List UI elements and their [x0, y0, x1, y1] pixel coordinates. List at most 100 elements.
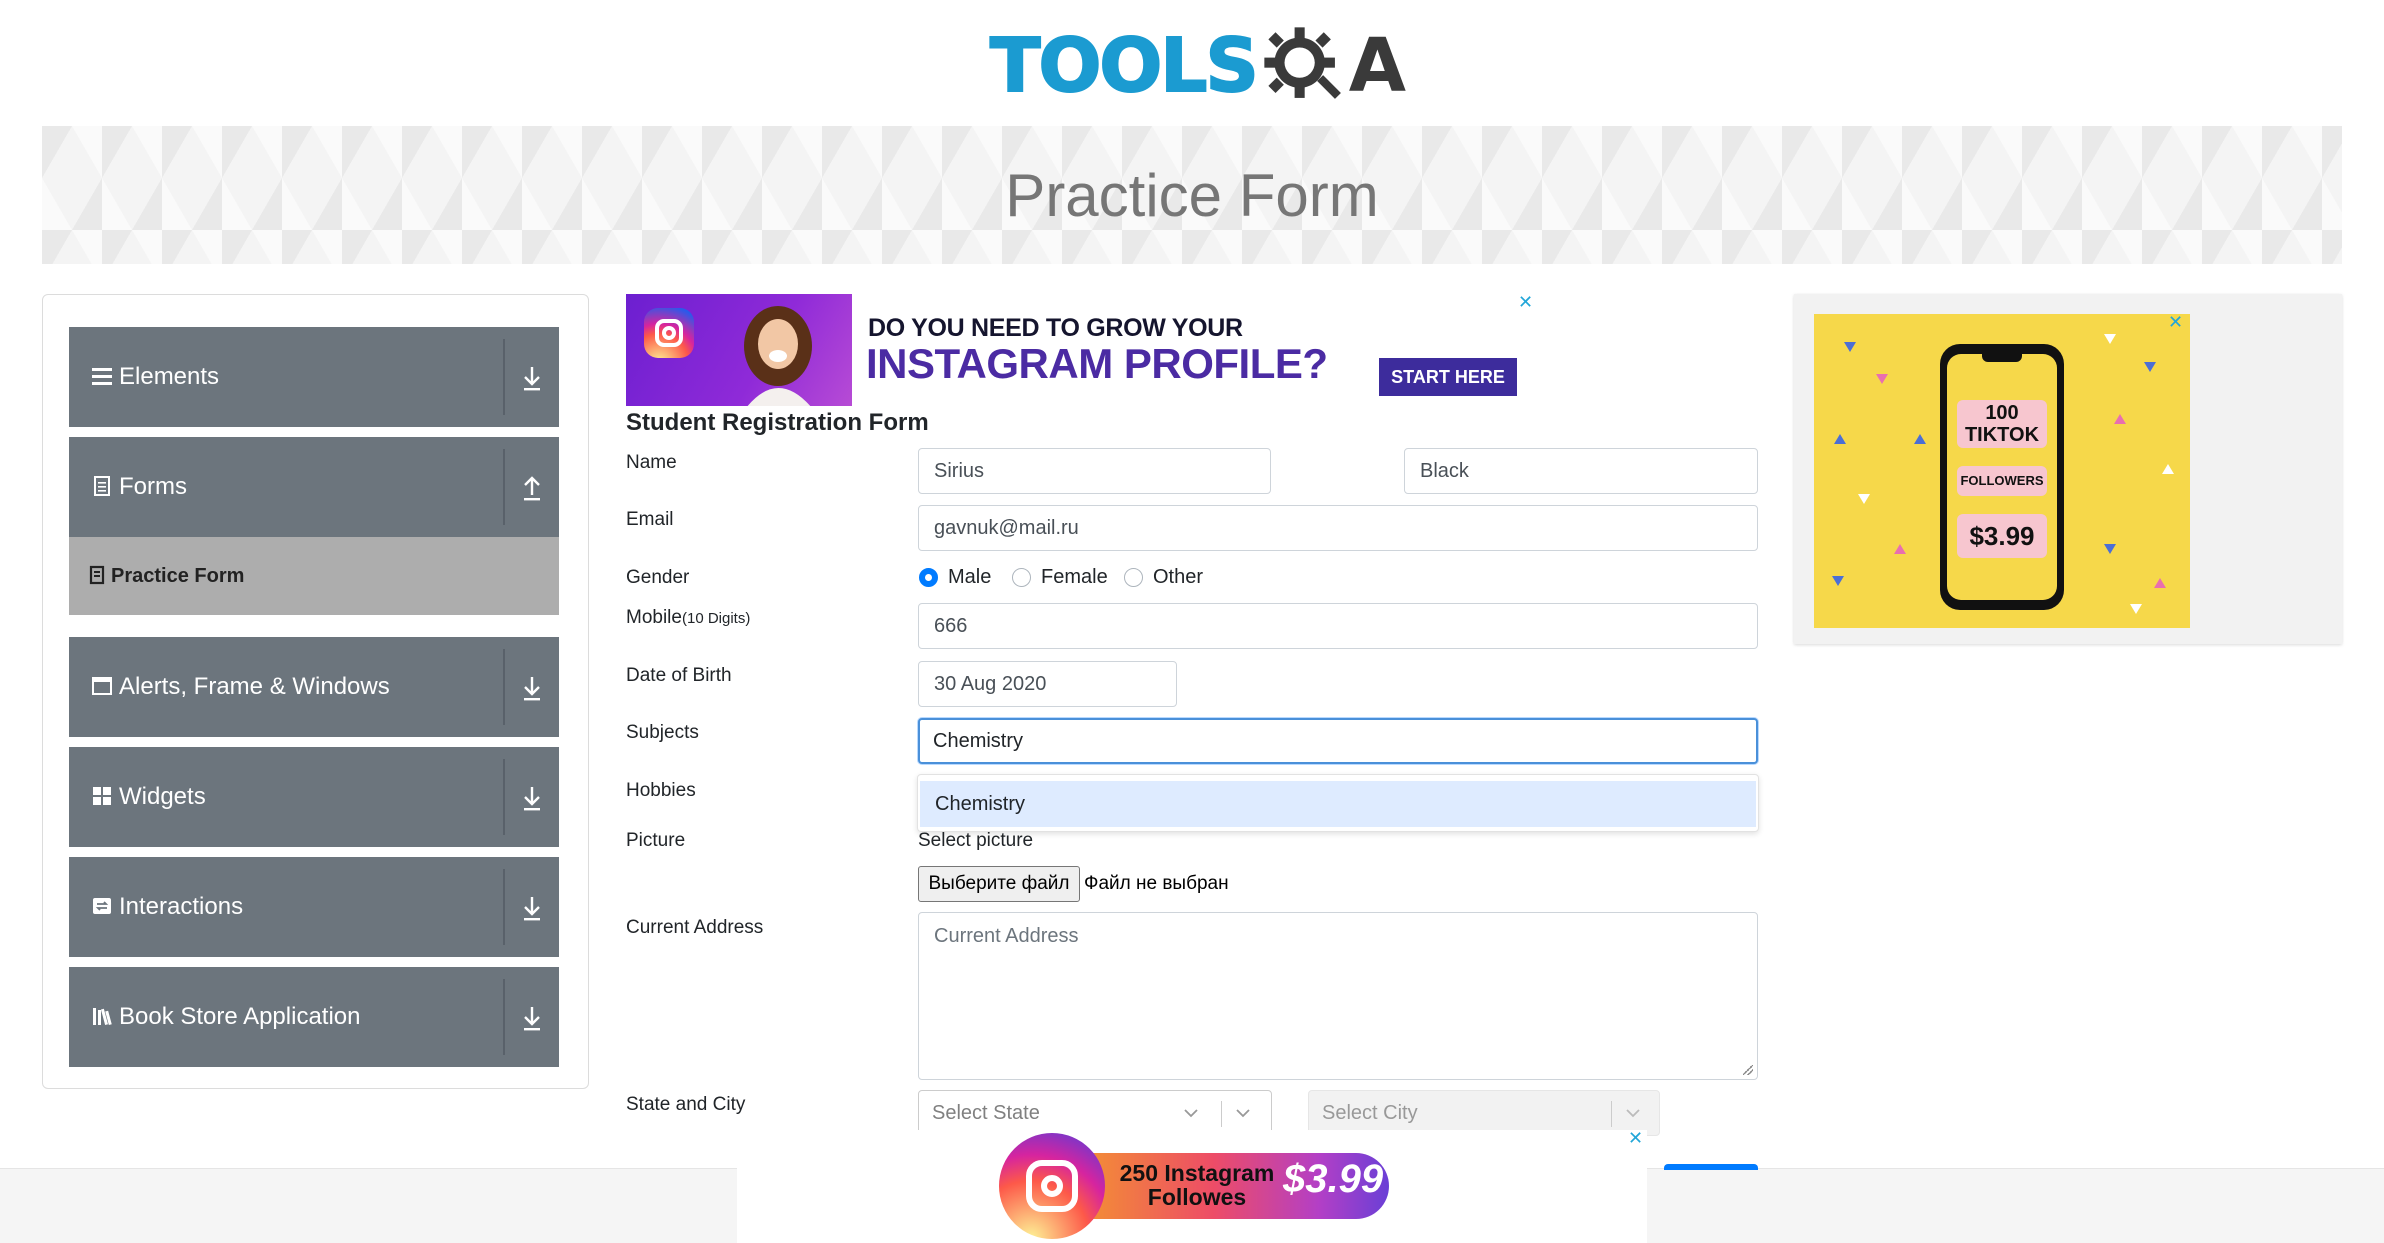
ad-text: 250 Instagram Followes	[1119, 1160, 1275, 1210]
sidebar-group-elements[interactable]: Elements	[69, 327, 559, 427]
radio-label: Female	[1041, 566, 1108, 588]
hobbies-label: Hobbies	[626, 780, 696, 801]
form-title: Student Registration Form	[626, 409, 929, 436]
subjects-autocomplete-menu: Chemistry	[917, 774, 1759, 832]
download-arrow-icon	[524, 367, 540, 391]
sidebar-group-widgets[interactable]: Widgets	[69, 747, 559, 847]
gender-radio-male[interactable]: Male	[919, 566, 991, 589]
sidebar-group-forms[interactable]: Forms	[69, 437, 559, 537]
chevron-down-icon	[1184, 1109, 1198, 1118]
sidebar-group-book-store[interactable]: Book Store Application	[69, 967, 559, 1067]
ad-subheadline: INSTAGRAM PROFILE?	[866, 340, 1328, 387]
divider	[503, 759, 505, 835]
date-of-birth-input[interactable]: 30 Aug 2020	[918, 661, 1177, 707]
select-placeholder: Select State	[932, 1102, 1040, 1124]
instagram-icon	[644, 308, 694, 358]
divider	[1221, 1101, 1222, 1127]
file-status: Файл не выбран	[1084, 873, 1229, 894]
page-banner: Practice Form	[42, 126, 2342, 264]
choose-file-button[interactable]: Выберите файл	[918, 866, 1080, 902]
woman-photo	[744, 306, 812, 406]
sidebar-group-alerts[interactable]: Alerts, Frame & Windows	[69, 637, 559, 737]
ad-image	[626, 294, 852, 406]
name-label: Name	[626, 452, 677, 473]
divider	[503, 869, 505, 945]
sidebar-group-label: Forms	[119, 473, 187, 500]
autocomplete-option[interactable]: Chemistry	[920, 781, 1756, 827]
ad-image: 100 TIKTOK FOLLOWERS $3.99	[1814, 314, 2190, 628]
picture-caption: Select picture	[918, 830, 1034, 851]
state-city-label: State and City	[626, 1094, 746, 1115]
toolsqa-logo[interactable]: TOOLS A	[989, 18, 1407, 114]
submit-button[interactable]	[1664, 1164, 1758, 1170]
ad-close-icon[interactable]: ✕	[1628, 1128, 1643, 1149]
chevron-down-icon	[1626, 1109, 1640, 1118]
email-label: Email	[626, 509, 674, 530]
picture-label: Picture	[626, 830, 686, 851]
subjects-input[interactable]: Chemistry	[918, 718, 1758, 764]
instagram-followers-ad[interactable]: 250 Instagram Followes $3.99	[737, 1130, 1647, 1243]
radio-label: Male	[948, 566, 992, 588]
first-name-input[interactable]: Sirius	[918, 448, 1271, 494]
dob-label: Date of Birth	[626, 665, 732, 686]
sidebar-item-practice-form[interactable]: Practice Form	[69, 537, 559, 615]
radio-unchecked[interactable]	[1012, 568, 1031, 587]
ad-close-icon[interactable]: ✕	[1518, 292, 1533, 313]
select-placeholder: Select City	[1322, 1102, 1418, 1124]
subjects-label: Subjects	[626, 722, 699, 743]
download-arrow-icon	[524, 1007, 540, 1031]
email-input[interactable]: gavnuk@mail.ru	[918, 505, 1758, 551]
instagram-icon	[999, 1133, 1105, 1239]
mobile-label: Mobile(10 Digits)	[626, 607, 751, 628]
widgets-icon	[93, 787, 111, 805]
ad-brand: TIKTOK	[1964, 424, 2040, 446]
sidebar-group-label: Interactions	[119, 893, 244, 920]
last-name-input[interactable]: Black	[1404, 448, 1758, 494]
ad-close-icon[interactable]: ✕	[2168, 312, 2183, 333]
divider	[503, 979, 505, 1055]
radio-checked[interactable]	[919, 568, 938, 587]
divider	[1611, 1101, 1612, 1127]
ad-start-here-button[interactable]: START HERE	[1379, 358, 1517, 396]
resize-handle-icon[interactable]	[1743, 1065, 1753, 1075]
logo-text: TOOLS	[989, 23, 1260, 109]
form-icon	[89, 565, 105, 585]
address-label: Current Address	[626, 917, 764, 938]
mobile-input[interactable]: 666	[918, 603, 1758, 649]
gender-radio-female[interactable]: Female	[1012, 566, 1108, 589]
ad-image: 250 Instagram Followes $3.99	[999, 1133, 1391, 1239]
gender-radio-other[interactable]: Other	[1124, 566, 1203, 589]
current-address-textarea[interactable]: Current Address	[918, 912, 1758, 1080]
ad-followers: FOLLOWERS	[1957, 466, 2047, 496]
download-arrow-icon	[524, 897, 540, 921]
books-icon	[93, 1008, 112, 1026]
interactions-icon	[93, 898, 111, 914]
window-icon	[92, 677, 112, 695]
logo-suffix: A	[1348, 23, 1407, 109]
document-icon	[94, 476, 110, 496]
radio-label: Other	[1153, 566, 1204, 588]
upload-arrow-icon	[524, 476, 540, 501]
sidebar-group-interactions[interactable]: Interactions	[69, 857, 559, 957]
textarea-placeholder: Current Address	[934, 925, 1079, 947]
radio-unchecked[interactable]	[1124, 568, 1143, 587]
sidebar-group-label: Widgets	[119, 783, 206, 810]
chevron-down-icon	[1236, 1109, 1250, 1118]
instagram-ad-banner[interactable]: DO YOU NEED TO GROW YOUR INSTAGRAM PROFI…	[626, 294, 1536, 406]
ad-count: 100	[1985, 402, 2019, 424]
download-arrow-icon	[524, 787, 540, 811]
ad-headline: DO YOU NEED TO GROW YOUR	[868, 314, 1243, 342]
tiktok-ad[interactable]: 100 TIKTOK FOLLOWERS $3.99	[1794, 294, 2342, 644]
divider	[503, 339, 505, 415]
sidebar-group-label: Elements	[119, 363, 220, 390]
sidebar-group-label: Book Store Application	[119, 1003, 361, 1030]
hamburger-icon	[92, 368, 112, 385]
page-title: Practice Form	[1005, 161, 1379, 229]
mobile-hint: (10 Digits)	[681, 610, 751, 627]
divider	[503, 449, 505, 525]
sidebar-item-label: Practice Form	[111, 565, 245, 587]
ad-price: $3.99	[1283, 1157, 1384, 1201]
ad-price: $3.99	[1957, 514, 2047, 558]
sidebar: Elements Forms Practice Form Alerts, Fra…	[42, 294, 589, 1089]
download-arrow-icon	[524, 677, 540, 701]
